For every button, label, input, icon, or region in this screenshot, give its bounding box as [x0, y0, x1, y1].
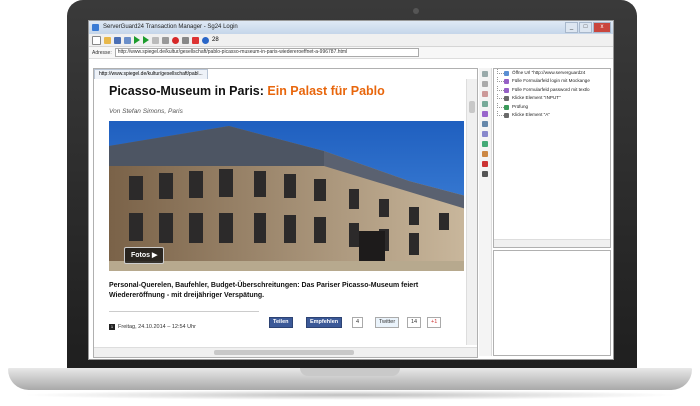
step-item[interactable]: Klicke Element "INPUT"	[494, 94, 610, 102]
vertical-scroll-thumb[interactable]	[469, 101, 475, 113]
step-item[interactable]: Prüfung	[494, 102, 610, 111]
facebook-share-button[interactable]: Teilen	[269, 317, 293, 328]
calendar-icon: 1	[109, 324, 115, 330]
laptop-shadow	[20, 390, 680, 400]
article-headline: Picasso-Museum in Paris: Ein Palast für …	[109, 84, 385, 98]
delete-icon[interactable]	[482, 161, 488, 167]
app-icon	[92, 24, 99, 31]
recommend-count: 4	[352, 317, 364, 328]
save-as-icon[interactable]	[124, 36, 131, 44]
web-page: Picasso-Museum in Paris: Ein Palast für …	[94, 79, 464, 345]
pause-icon[interactable]	[152, 36, 159, 44]
form-step-icon	[504, 87, 509, 93]
step-tools	[479, 68, 492, 356]
save-icon[interactable]	[114, 36, 121, 44]
info-icon[interactable]	[202, 36, 209, 44]
laptop-base-notch	[300, 368, 400, 376]
stop-icon[interactable]	[162, 36, 169, 44]
minimize-button[interactable]: _	[565, 22, 578, 33]
steps-list: Öffne Url "http://www.serverguard24 Füll…	[493, 68, 611, 248]
twitter-button[interactable]: Twitter	[375, 317, 400, 328]
window-controls: _ □ x	[565, 22, 611, 33]
browser-tab[interactable]: http://www.spiegel.de/kultur/gesellschaf…	[94, 69, 208, 79]
add-step-icon[interactable]	[482, 71, 488, 77]
vertical-scrollbar[interactable]	[466, 79, 477, 345]
address-input[interactable]: http://www.spiegel.de/kultur/gesellschaf…	[114, 48, 419, 57]
form-icon[interactable]	[482, 101, 488, 107]
click-step-icon	[504, 96, 509, 102]
step-item[interactable]: Klicke Element "A"	[494, 111, 610, 119]
horizontal-scroll-thumb[interactable]	[214, 350, 354, 355]
form-step-icon	[504, 79, 509, 85]
play-step-icon[interactable]	[143, 36, 149, 44]
photo-gallery-button[interactable]: Fotos ▶	[124, 247, 165, 264]
script-panel: Öffne Url "http://www.serverguard24 Füll…	[479, 68, 611, 356]
new-file-icon[interactable]	[92, 35, 101, 45]
list-icon[interactable]	[482, 121, 488, 127]
copy-icon[interactable]	[482, 81, 488, 87]
close-button[interactable]: x	[593, 22, 611, 33]
remove-icon[interactable]	[192, 36, 199, 44]
steps-scrollbar[interactable]	[494, 239, 610, 247]
app-window: ServerGuard24 Transaction Manager - Sg24…	[88, 20, 614, 360]
facebook-recommend-button[interactable]: Empfehlen	[306, 317, 343, 328]
url-icon[interactable]	[482, 91, 488, 97]
embedded-browser: http://www.spiegel.de/kultur/gesellschaf…	[93, 68, 478, 358]
headline-accent: Ein Palast für Pablo	[267, 84, 385, 98]
maximize-button[interactable]: □	[579, 22, 592, 33]
check-step-icon	[504, 104, 509, 110]
step-item[interactable]: Fülle Formularfeld password mit textlo	[494, 85, 610, 94]
edit-icon[interactable]	[482, 111, 488, 117]
divider	[109, 311, 259, 312]
settings-icon[interactable]	[182, 36, 189, 44]
variable-icon[interactable]	[482, 171, 488, 177]
article-photo[interactable]: Fotos ▶	[109, 121, 464, 271]
zoom-label[interactable]: 28	[212, 37, 219, 43]
click-icon[interactable]	[482, 131, 488, 137]
step-item[interactable]: Öffne Url "http://www.serverguard24	[494, 69, 610, 77]
address-label: Adresse:	[92, 49, 112, 56]
title-bar: ServerGuard24 Transaction Manager - Sg24…	[89, 21, 613, 34]
toolbar: 28	[89, 34, 613, 47]
search-icon[interactable]	[482, 151, 488, 157]
open-folder-icon[interactable]	[104, 36, 111, 44]
headline-main: Picasso-Museum in Paris:	[109, 84, 268, 98]
address-bar: Adresse: http://www.spiegel.de/kultur/ge…	[89, 47, 613, 59]
date-text: Freitag, 24.10.2014 – 12:54 Uhr	[118, 324, 196, 330]
webcam	[413, 8, 419, 14]
step-item[interactable]: Fülle Formularfeld login mit Mockange	[494, 77, 610, 85]
click-step-icon	[504, 113, 509, 119]
gplus-button[interactable]: +1	[427, 317, 442, 328]
twitter-count: 14	[407, 317, 422, 328]
url-step-icon	[504, 71, 509, 76]
details-panel	[493, 250, 611, 356]
window-title: ServerGuard24 Transaction Manager - Sg24…	[103, 24, 238, 30]
article-author: Von Stefan Simons, Paris	[109, 108, 183, 115]
check-icon[interactable]	[482, 141, 488, 147]
article-date: 1 Freitag, 24.10.2014 – 12:54 Uhr	[109, 324, 196, 330]
horizontal-scrollbar[interactable]	[94, 347, 477, 357]
article-teaser: Personal-Querelen, Baufehler, Budget-Übe…	[109, 282, 419, 299]
record-icon[interactable]	[172, 36, 179, 44]
play-icon[interactable]	[134, 36, 140, 44]
